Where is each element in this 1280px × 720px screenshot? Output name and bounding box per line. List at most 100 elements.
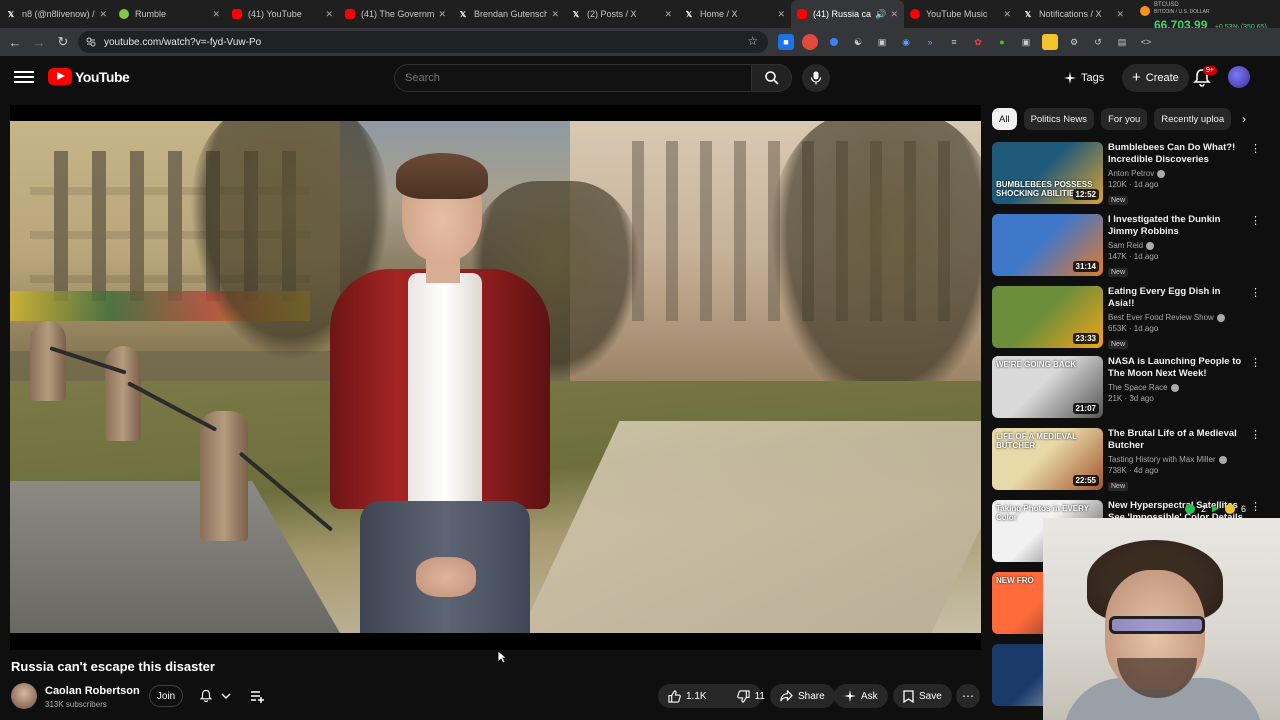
close-tab-icon[interactable]: ✕	[325, 9, 333, 20]
browser-tab[interactable]: 𝕏n8 (@n8livenow) / ✕	[0, 0, 113, 28]
filter-chip[interactable]: All	[992, 108, 1017, 130]
site-info-icon[interactable]	[86, 37, 96, 47]
search-input[interactable]	[394, 64, 752, 92]
devtools-icon[interactable]: <>	[1138, 34, 1154, 50]
extension-icon[interactable]	[1042, 34, 1058, 50]
video-thumbnail[interactable]: WE'RE GOING BACK 21:07	[992, 356, 1103, 418]
browser-tab[interactable]: YouTube Music ✕	[904, 0, 1017, 28]
history-icon[interactable]: ↺	[1090, 34, 1106, 50]
extension-icon[interactable]: ■	[778, 34, 794, 50]
browser-tab[interactable]: Rumble ✕	[113, 0, 226, 28]
extension-icon[interactable]: ◉	[898, 34, 914, 50]
hamburger-menu-icon[interactable]	[14, 68, 34, 88]
channel-name[interactable]: Tasting History with Max Miller	[1108, 455, 1248, 464]
share-button[interactable]: Share	[770, 684, 835, 708]
video-title[interactable]: NASA is Launching People to The Moon Nex…	[1108, 356, 1248, 380]
extension-icon[interactable]: ✿	[970, 34, 986, 50]
extension-icon[interactable]: ●	[994, 34, 1010, 50]
like-button[interactable]: 1.1K	[658, 684, 717, 708]
close-tab-icon[interactable]: ✕	[551, 9, 559, 20]
browser-tab[interactable]: (41) The Governm ✕	[339, 0, 452, 28]
video-title[interactable]: Bumblebees Can Do What?! Incredible Disc…	[1108, 142, 1248, 166]
recommended-video[interactable]: WE'RE GOING BACK 21:07 NASA is Launching P…	[992, 356, 1277, 420]
video-title[interactable]: I Investigated the Dunkin Jimmy Robbins	[1108, 214, 1248, 238]
close-tab-icon[interactable]: ✕	[438, 9, 446, 20]
add-to-queue-icon[interactable]	[249, 688, 265, 704]
bookmark-star-icon[interactable]: ☆	[747, 34, 758, 48]
btc-ticker[interactable]: BTCUSD BITCOIN / U.S. DOLLAR 66,703.99 +…	[1140, 0, 1280, 32]
extensions-puzzle-icon[interactable]: ⚙	[1066, 34, 1082, 50]
ask-button[interactable]: Ask	[834, 684, 888, 708]
channel-name[interactable]: Sam Reid	[1108, 241, 1248, 250]
more-vertical-icon[interactable]: ⋮	[1250, 356, 1261, 369]
browser-tab[interactable]: 𝕏 Home / X ✕	[678, 0, 791, 28]
channel-name[interactable]: The Space Race	[1108, 383, 1248, 392]
close-tab-icon[interactable]: ✕	[1003, 9, 1011, 20]
tab-search-icon[interactable]: ▤	[1114, 34, 1130, 50]
close-tab-icon[interactable]: ✕	[890, 9, 898, 20]
video-thumbnail[interactable]: 23:33	[992, 286, 1103, 348]
reload-icon[interactable]: ↻	[51, 30, 75, 54]
more-vertical-icon[interactable]: ⋮	[1250, 286, 1261, 299]
video-player[interactable]	[10, 105, 981, 650]
browser-tab[interactable]: 𝕏 Notifications / X ✕	[1017, 0, 1130, 28]
recommended-video[interactable]: 23:33 Eating Every Egg Dish in Asia!! Best…	[992, 286, 1277, 350]
channel-name-text: Best Ever Food Review Show	[1108, 313, 1214, 322]
filter-chip[interactable]: For you	[1101, 108, 1148, 130]
back-icon[interactable]: ←	[3, 30, 27, 54]
more-actions-button[interactable]: ⋯	[956, 684, 980, 708]
close-tab-icon[interactable]: ✕	[777, 9, 785, 20]
extension-icon[interactable]: ▣	[1018, 34, 1034, 50]
subscription-notifications-button[interactable]	[193, 685, 241, 707]
verified-icon	[1157, 169, 1166, 178]
video-title[interactable]: Eating Every Egg Dish in Asia!!	[1108, 286, 1248, 310]
channel-name[interactable]: Best Ever Food Review Show	[1108, 313, 1248, 322]
more-vertical-icon[interactable]: ⋮	[1250, 428, 1261, 441]
recommended-video[interactable]: 31:14 I Investigated the Dunkin Jimmy Rob…	[992, 214, 1277, 278]
account-avatar[interactable]	[1228, 66, 1250, 88]
video-thumbnail[interactable]: LIFE OF A MEDIEVAL BUTCHER 22:55	[992, 428, 1103, 490]
more-vertical-icon[interactable]: ⋮	[1250, 214, 1261, 227]
save-button[interactable]: Save	[893, 684, 952, 708]
create-button[interactable]: + Create	[1122, 64, 1189, 92]
browser-tab-strip: 𝕏n8 (@n8livenow) / ✕ Rumble ✕ (41) YouTube ✕(…	[0, 0, 1280, 28]
voice-search-button[interactable]	[802, 64, 830, 92]
browser-tab[interactable]: 𝕏 (2) Posts / X ✕	[565, 0, 678, 28]
more-vertical-icon[interactable]: ⋮	[1250, 500, 1261, 513]
search-button[interactable]	[752, 64, 792, 92]
forward-icon[interactable]: →	[27, 30, 51, 54]
channel-avatar[interactable]	[11, 683, 37, 709]
filter-chip[interactable]: Politics News	[1023, 108, 1095, 130]
channel-name[interactable]: Caolan Robertson	[45, 685, 140, 697]
extension-icon[interactable]	[826, 34, 842, 50]
recommended-video[interactable]: BUMBLEBEES POSSESS SHOCKING ABILITIES 12:…	[992, 142, 1277, 206]
close-tab-icon[interactable]: ✕	[1116, 9, 1124, 20]
tags-button[interactable]: Tags	[1056, 66, 1112, 90]
bitcoin-icon	[1140, 6, 1150, 16]
browser-tab[interactable]: (41) Russia ca 🔊 ✕	[791, 0, 904, 28]
ask-sparkle-icon	[844, 690, 856, 702]
video-thumbnail[interactable]: BUMBLEBEES POSSESS SHOCKING ABILITIES 12:…	[992, 142, 1103, 204]
extension-icon[interactable]: »	[922, 34, 938, 50]
browser-tab[interactable]: (41) YouTube ✕	[226, 0, 339, 28]
youtube-logo[interactable]: YouTube	[48, 68, 130, 85]
more-vertical-icon[interactable]: ⋮	[1250, 142, 1261, 155]
url-field[interactable]: youtube.com/watch?v=-fyd-Vuw-Po ☆	[78, 31, 768, 53]
close-tab-icon[interactable]: ✕	[212, 9, 220, 20]
close-tab-icon[interactable]: ✕	[664, 9, 672, 20]
video-title[interactable]: The Brutal Life of a Medieval Butcher	[1108, 428, 1248, 452]
dislike-button[interactable]: 11	[727, 684, 775, 708]
channel-name[interactable]: Anton Petrov	[1108, 169, 1248, 178]
recommended-video[interactable]: LIFE OF A MEDIEVAL BUTCHER 22:55 The Bruta…	[992, 428, 1277, 492]
join-button[interactable]: Join	[149, 685, 183, 707]
browser-tab[interactable]: 𝕏 Brendan Gutensch ✕	[452, 0, 565, 28]
close-tab-icon[interactable]: ✕	[99, 9, 107, 20]
extension-icon[interactable]: ▣	[874, 34, 890, 50]
extension-icon[interactable]: ≡	[946, 34, 962, 50]
chevron-right-icon[interactable]: ›	[1236, 110, 1252, 128]
video-thumbnail[interactable]: 31:14	[992, 214, 1103, 276]
extension-icon[interactable]	[802, 34, 818, 50]
extension-icon[interactable]: ☯	[850, 34, 866, 50]
filter-chip[interactable]: Recently uploa	[1154, 108, 1232, 130]
tab-audio-icon[interactable]: 🔊	[875, 9, 886, 20]
